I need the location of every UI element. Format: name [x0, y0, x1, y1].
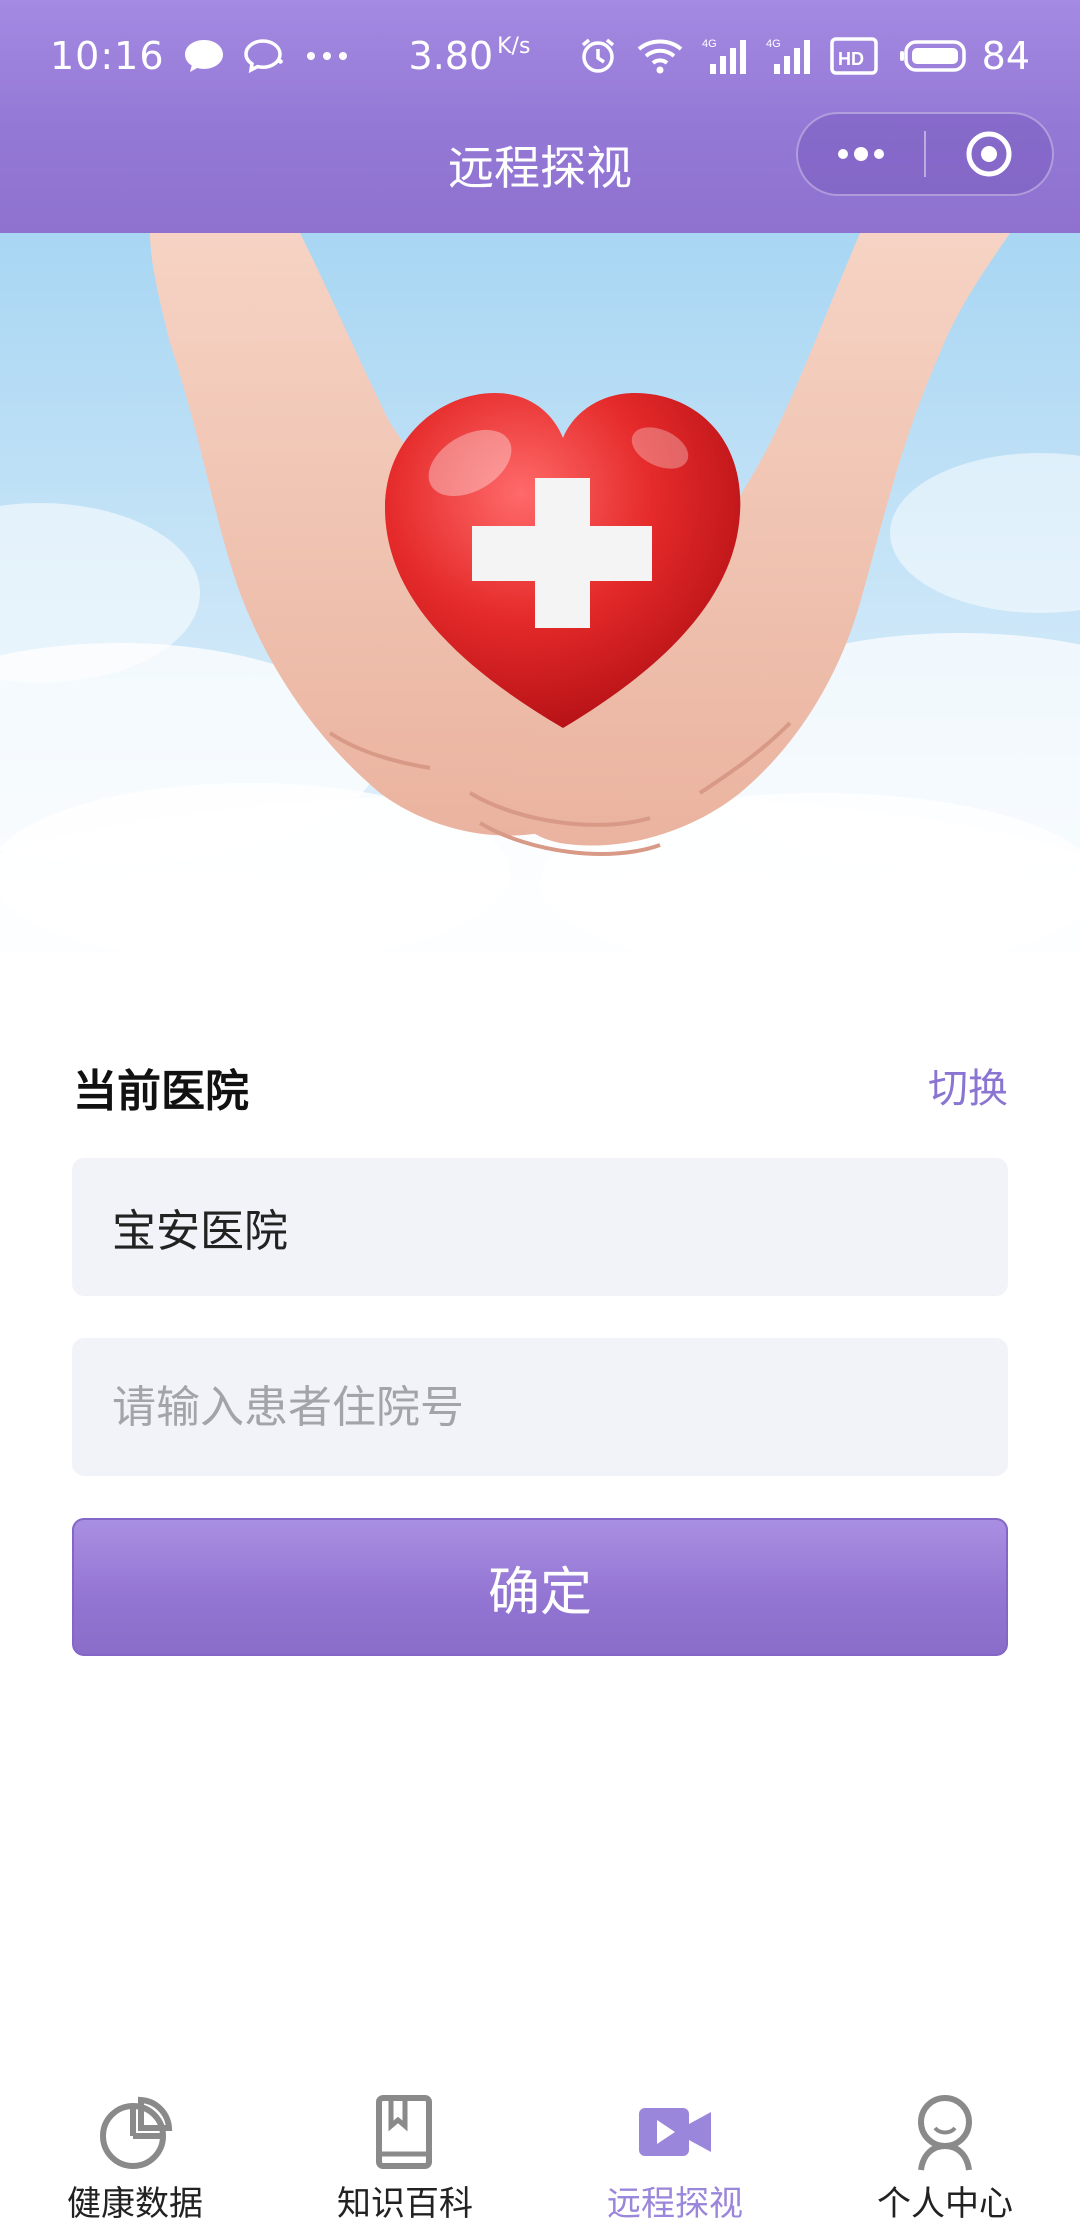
message-icon [183, 38, 225, 74]
capsule-more-button[interactable] [798, 112, 924, 196]
tab-label: 健康数据 [67, 2184, 203, 2224]
alarm-icon [578, 36, 618, 76]
hd-label: HD [838, 49, 864, 69]
chat-icon [243, 38, 287, 74]
tab-personal-center[interactable]: 个人中心 [810, 2080, 1080, 2232]
network-speed-unit: K/s [497, 34, 531, 59]
signal-icon: 4G [702, 36, 748, 76]
network-speed-value: 3.80 [408, 34, 494, 78]
book-icon [365, 2092, 445, 2172]
tab-remote-visit[interactable]: 远程探视 [540, 2080, 810, 2232]
battery-icon [899, 39, 968, 73]
tab-label: 远程探视 [607, 2184, 743, 2224]
status-icons: 4G 4G HD 84 [560, 34, 1030, 78]
network-type-label: 4G [766, 38, 781, 50]
hospital-value: 宝安医院 [112, 1206, 288, 1257]
tab-label: 个人中心 [877, 2184, 1013, 2224]
capsule-close-button[interactable] [926, 112, 1052, 196]
mini-program-capsule [796, 112, 1054, 196]
status-bar: 10:16 3.80 K/s 4G 4G HD 84 [0, 0, 1080, 112]
battery-level: 84 [981, 34, 1030, 78]
hd-icon: HD [829, 37, 878, 75]
target-icon [966, 131, 1012, 177]
more-dots-icon [838, 147, 884, 161]
person-icon [905, 2092, 985, 2172]
wifi-icon [636, 37, 684, 75]
tab-label: 知识百科 [337, 2184, 473, 2224]
more-dots-icon [305, 50, 349, 62]
video-camera-icon [635, 2092, 715, 2172]
banner-image [0, 233, 1080, 953]
status-time: 10:16 [50, 34, 165, 78]
inpatient-number-field[interactable] [72, 1338, 1008, 1476]
tab-bar: 健康数据 知识百科 远程探视 个人中心 [0, 2080, 1080, 2232]
current-hospital-label: 当前医院 [73, 1066, 249, 1117]
network-type-label: 4G [702, 38, 717, 50]
inpatient-number-input[interactable] [112, 1381, 1008, 1433]
tab-knowledge[interactable]: 知识百科 [270, 2080, 540, 2232]
hospital-field[interactable]: 宝安医院 [72, 1158, 1008, 1296]
switch-hospital-link[interactable]: 切换 [928, 1056, 1008, 1114]
network-speed: 3.80 K/s [409, 34, 531, 78]
nav-bar: 远程探视 [0, 112, 1080, 233]
signal-icon: 4G [766, 36, 812, 76]
tab-health-data[interactable]: 健康数据 [0, 2080, 270, 2232]
header: 10:16 3.80 K/s 4G 4G HD 84 远程探视 [0, 0, 1080, 233]
confirm-button[interactable]: 确定 [72, 1518, 1008, 1656]
hands-heart-illustration [0, 233, 1080, 953]
pie-chart-icon [95, 2092, 175, 2172]
